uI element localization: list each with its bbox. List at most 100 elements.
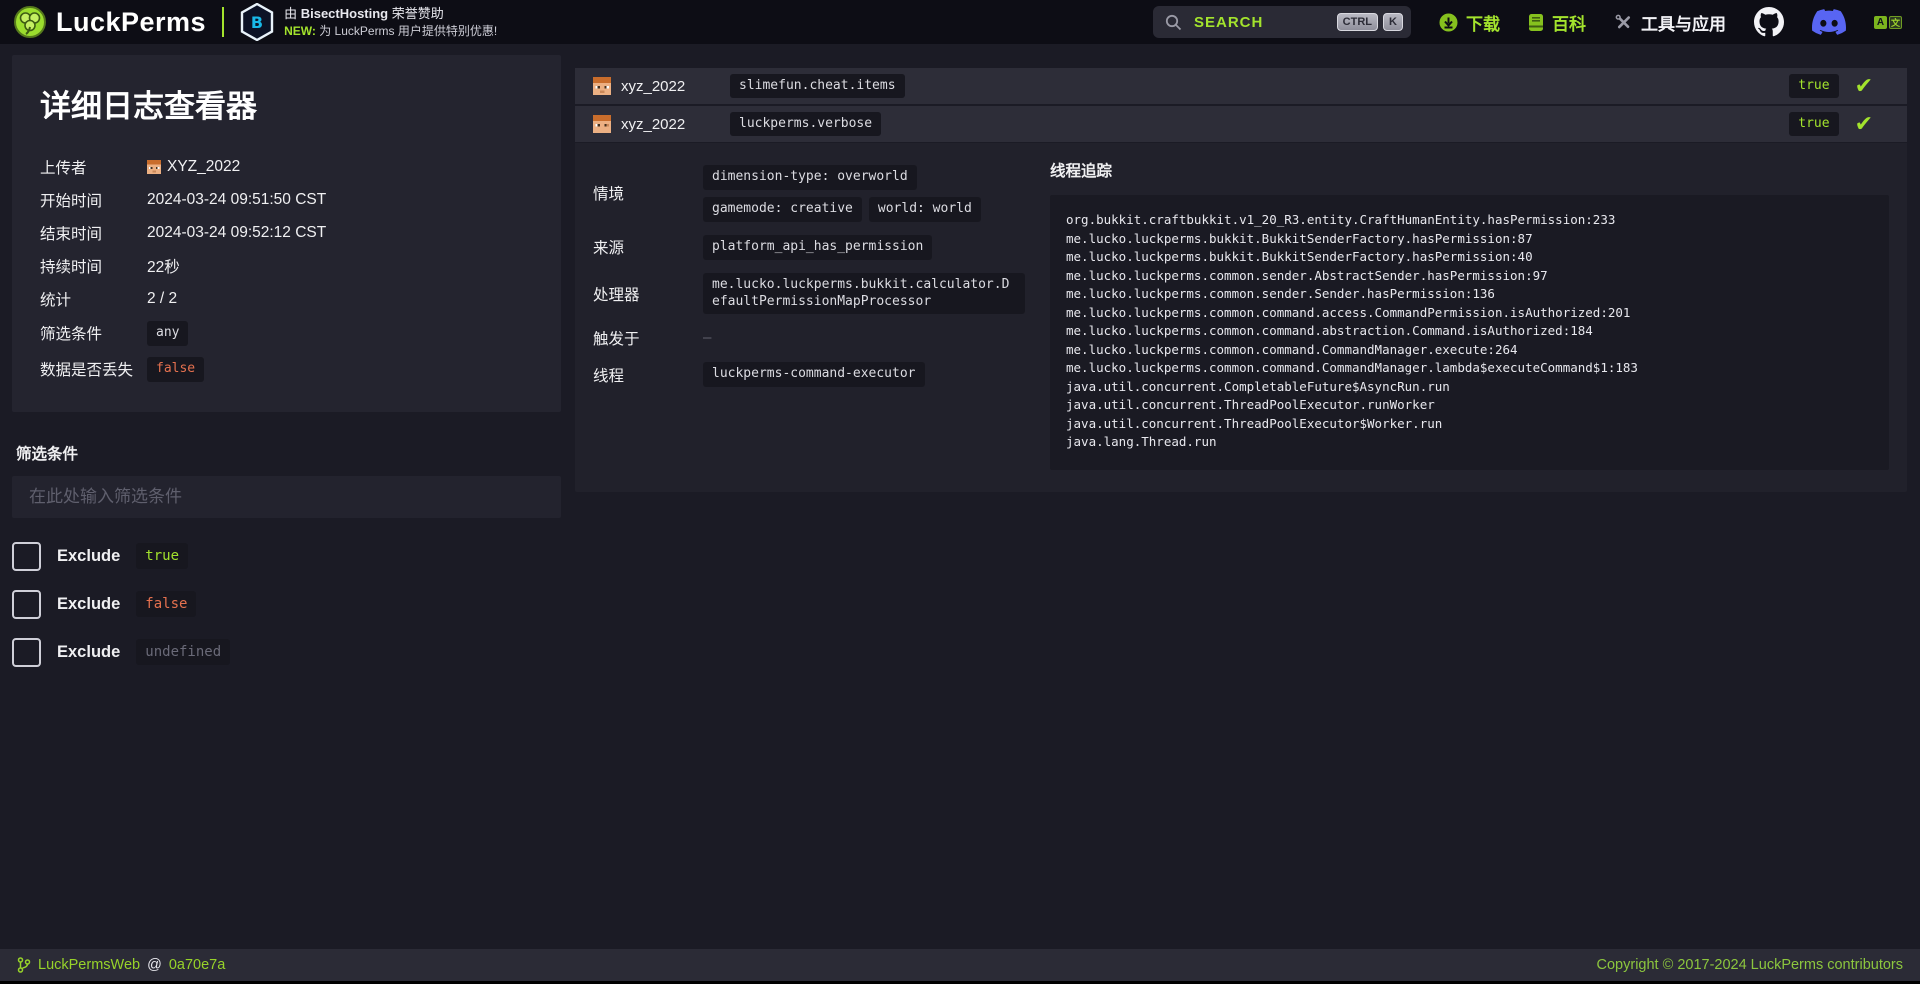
entry-detail-panel: 情境 dimension-type: overworld gamemode: c… — [575, 143, 1907, 492]
entry-fields: 情境 dimension-type: overworld gamemode: c… — [593, 165, 1038, 387]
permission-node: slimefun.cheat.items — [730, 74, 905, 99]
sponsor-line2: NEW: 为 LuckPerms 用户提供特别优惠! — [284, 23, 497, 39]
nav-actions: SEARCH CTRL K 下载 — [1153, 6, 1902, 38]
context-label: 情境 — [593, 182, 703, 204]
download-icon — [1439, 13, 1458, 32]
ctrl-keycap: CTRL — [1337, 13, 1378, 31]
tools-icon — [1614, 13, 1633, 32]
verbose-entry-row-2[interactable]: xyz_2022 luckperms.verbose true ✔ — [575, 106, 1907, 142]
check-icon: ✔ — [1855, 75, 1873, 97]
permission-node: luckperms.verbose — [730, 112, 881, 137]
player-name: xyz_2022 — [621, 78, 685, 95]
thread-value: luckperms-command-executor — [703, 362, 1025, 387]
uploader-value[interactable]: XYZ_2022 — [147, 158, 533, 176]
stack-trace-line: org.bukkit.craftbukkit.v1_20_R3.entity.C… — [1066, 211, 1873, 230]
github-icon — [1754, 7, 1784, 37]
exclude-false-value: false — [136, 591, 196, 617]
filter-mode-value: any — [147, 321, 533, 346]
git-branch-icon — [17, 957, 31, 973]
github-link[interactable] — [1754, 7, 1784, 37]
result-badge: true — [1789, 74, 1838, 99]
verbose-entry-row-1[interactable]: xyz_2022 slimefun.cheat.items true ✔ — [575, 68, 1907, 104]
origin-value: platform_api_has_permission — [703, 235, 1025, 260]
exclude-true-value: true — [136, 543, 188, 569]
new-tag: NEW: — [284, 24, 316, 38]
brand-home-link[interactable]: LuckPerms — [14, 6, 206, 38]
triggered-at-label: 触发于 — [593, 327, 703, 349]
filter-input[interactable] — [12, 476, 561, 518]
book-icon — [1528, 13, 1544, 32]
player-avatar — [593, 115, 611, 133]
filter-heading: 筛选条件 — [16, 442, 561, 464]
k-keycap: K — [1383, 13, 1403, 31]
origin-label: 来源 — [593, 236, 703, 258]
filter-mode-label: 筛选条件 — [40, 322, 147, 344]
page-title: 详细日志查看器 — [40, 81, 533, 126]
stack-trace-line: java.util.concurrent.ThreadPoolExecutor$… — [1066, 415, 1873, 434]
translate-button[interactable]: A 文 — [1874, 16, 1902, 29]
footer-commit: 0a70e7a — [169, 957, 225, 973]
discord-link[interactable] — [1812, 9, 1846, 35]
uploader-avatar — [147, 160, 161, 174]
stack-trace-line: me.lucko.luckperms.common.sender.Abstrac… — [1066, 267, 1873, 286]
stack-trace-line: me.lucko.luckperms.bukkit.BukkitSenderFa… — [1066, 230, 1873, 249]
navbar: LuckPerms B 由 BisectHosting 荣誉赞助 NEW: 为 … — [0, 0, 1920, 44]
footer-copyright: Copyright © 2017-2024 LuckPerms contribu… — [1597, 957, 1903, 973]
exclude-false-checkbox[interactable] — [12, 590, 41, 619]
exclude-true-checkbox[interactable] — [12, 542, 41, 571]
stack-trace-line: me.lucko.luckperms.common.sender.Sender.… — [1066, 285, 1873, 304]
footer: LuckPermsWeb @ 0a70e7a Copyright © 2017-… — [0, 949, 1920, 981]
exclude-true-row[interactable]: Exclude true — [12, 542, 561, 571]
processor-value: me.lucko.luckperms.bukkit.calculator.Def… — [703, 273, 1025, 315]
player-avatar — [593, 77, 611, 95]
check-icon: ✔ — [1855, 113, 1873, 135]
nav-divider — [222, 7, 224, 37]
stack-trace-line: java.lang.Thread.run — [1066, 433, 1873, 452]
processor-label: 处理器 — [593, 283, 703, 305]
exclude-options: Exclude true Exclude false Exclude undef… — [12, 542, 561, 667]
sidebar: 详细日志查看器 上传者 XYZ_2022 开始时间 2024-03-24 09:… — [12, 55, 561, 686]
triggered-at-value: — — [703, 330, 1025, 346]
nav-download-link[interactable]: 下载 — [1439, 10, 1500, 35]
search-icon — [1165, 14, 1182, 31]
player-name: xyz_2022 — [621, 116, 685, 133]
truncated-label: 数据是否丢失 — [40, 358, 147, 380]
nav-wiki-link[interactable]: 百科 — [1528, 10, 1586, 35]
thread-label: 线程 — [593, 364, 703, 386]
stack-trace-line: me.lucko.luckperms.common.command.access… — [1066, 304, 1873, 323]
luckperms-clover-logo-icon — [14, 6, 46, 38]
nav-tools-link[interactable]: 工具与应用 — [1614, 10, 1726, 35]
duration-value: 22秒 — [147, 255, 533, 277]
session-meta: 上传者 XYZ_2022 开始时间 2024-03-24 09:51:50 CS… — [40, 156, 533, 382]
discord-icon — [1812, 9, 1846, 35]
stack-trace-line: me.lucko.luckperms.bukkit.BukkitSenderFa… — [1066, 248, 1873, 267]
footer-brand: LuckPermsWeb — [38, 957, 140, 973]
uploader-label: 上传者 — [40, 156, 147, 178]
stack-trace-line: me.lucko.luckperms.common.command.abstra… — [1066, 322, 1873, 341]
sponsor-banner[interactable]: B 由 BisectHosting 荣誉赞助 NEW: 为 LuckPerms … — [240, 3, 497, 41]
exclude-undefined-checkbox[interactable] — [12, 638, 41, 667]
result-badge: true — [1789, 112, 1838, 137]
start-time-value: 2024-03-24 09:51:50 CST — [147, 191, 533, 209]
truncated-value: false — [147, 357, 533, 382]
end-time-label: 结束时间 — [40, 222, 147, 244]
context-values: dimension-type: overworld gamemode: crea… — [703, 165, 1025, 222]
footer-repo-link[interactable]: LuckPermsWeb @ 0a70e7a — [17, 957, 225, 973]
stack-trace-line: java.util.concurrent.CompletableFuture$A… — [1066, 378, 1873, 397]
stack-trace-line: java.util.concurrent.ThreadPoolExecutor.… — [1066, 396, 1873, 415]
exclude-false-row[interactable]: Exclude false — [12, 590, 561, 619]
bisecthosting-logo-icon: B — [240, 3, 274, 41]
exclude-undefined-value: undefined — [136, 639, 230, 665]
brand-title: LuckPerms — [56, 7, 206, 38]
svg-text:B: B — [251, 13, 263, 32]
stack-trace-line: me.lucko.luckperms.common.command.Comman… — [1066, 341, 1873, 360]
stack-trace: org.bukkit.craftbukkit.v1_20_R3.entity.C… — [1050, 195, 1889, 470]
session-info-panel: 详细日志查看器 上传者 XYZ_2022 开始时间 2024-03-24 09:… — [12, 55, 561, 412]
search-button[interactable]: SEARCH CTRL K — [1153, 6, 1411, 38]
count-value: 2 / 2 — [147, 290, 533, 308]
search-label: SEARCH — [1194, 14, 1263, 31]
verbose-results: xyz_2022 slimefun.cheat.items true ✔ xyz… — [575, 68, 1907, 492]
sponsor-line1: 由 BisectHosting 荣誉赞助 — [284, 5, 497, 23]
start-time-label: 开始时间 — [40, 189, 147, 211]
exclude-undefined-row[interactable]: Exclude undefined — [12, 638, 561, 667]
